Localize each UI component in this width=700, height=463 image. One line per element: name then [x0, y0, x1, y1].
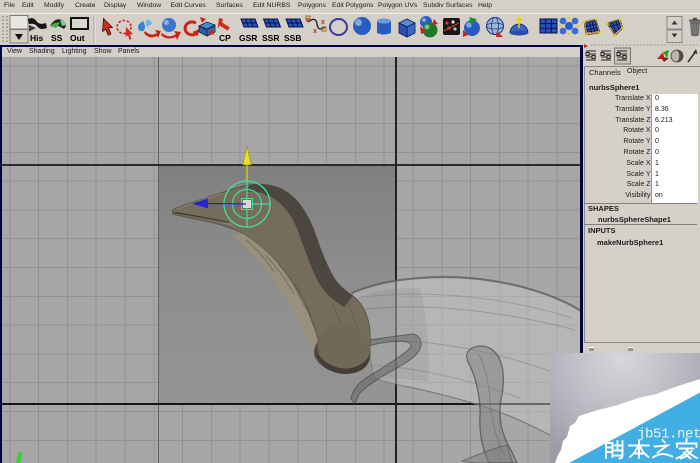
svg-text:jb51.net: jb51.net — [637, 427, 700, 443]
